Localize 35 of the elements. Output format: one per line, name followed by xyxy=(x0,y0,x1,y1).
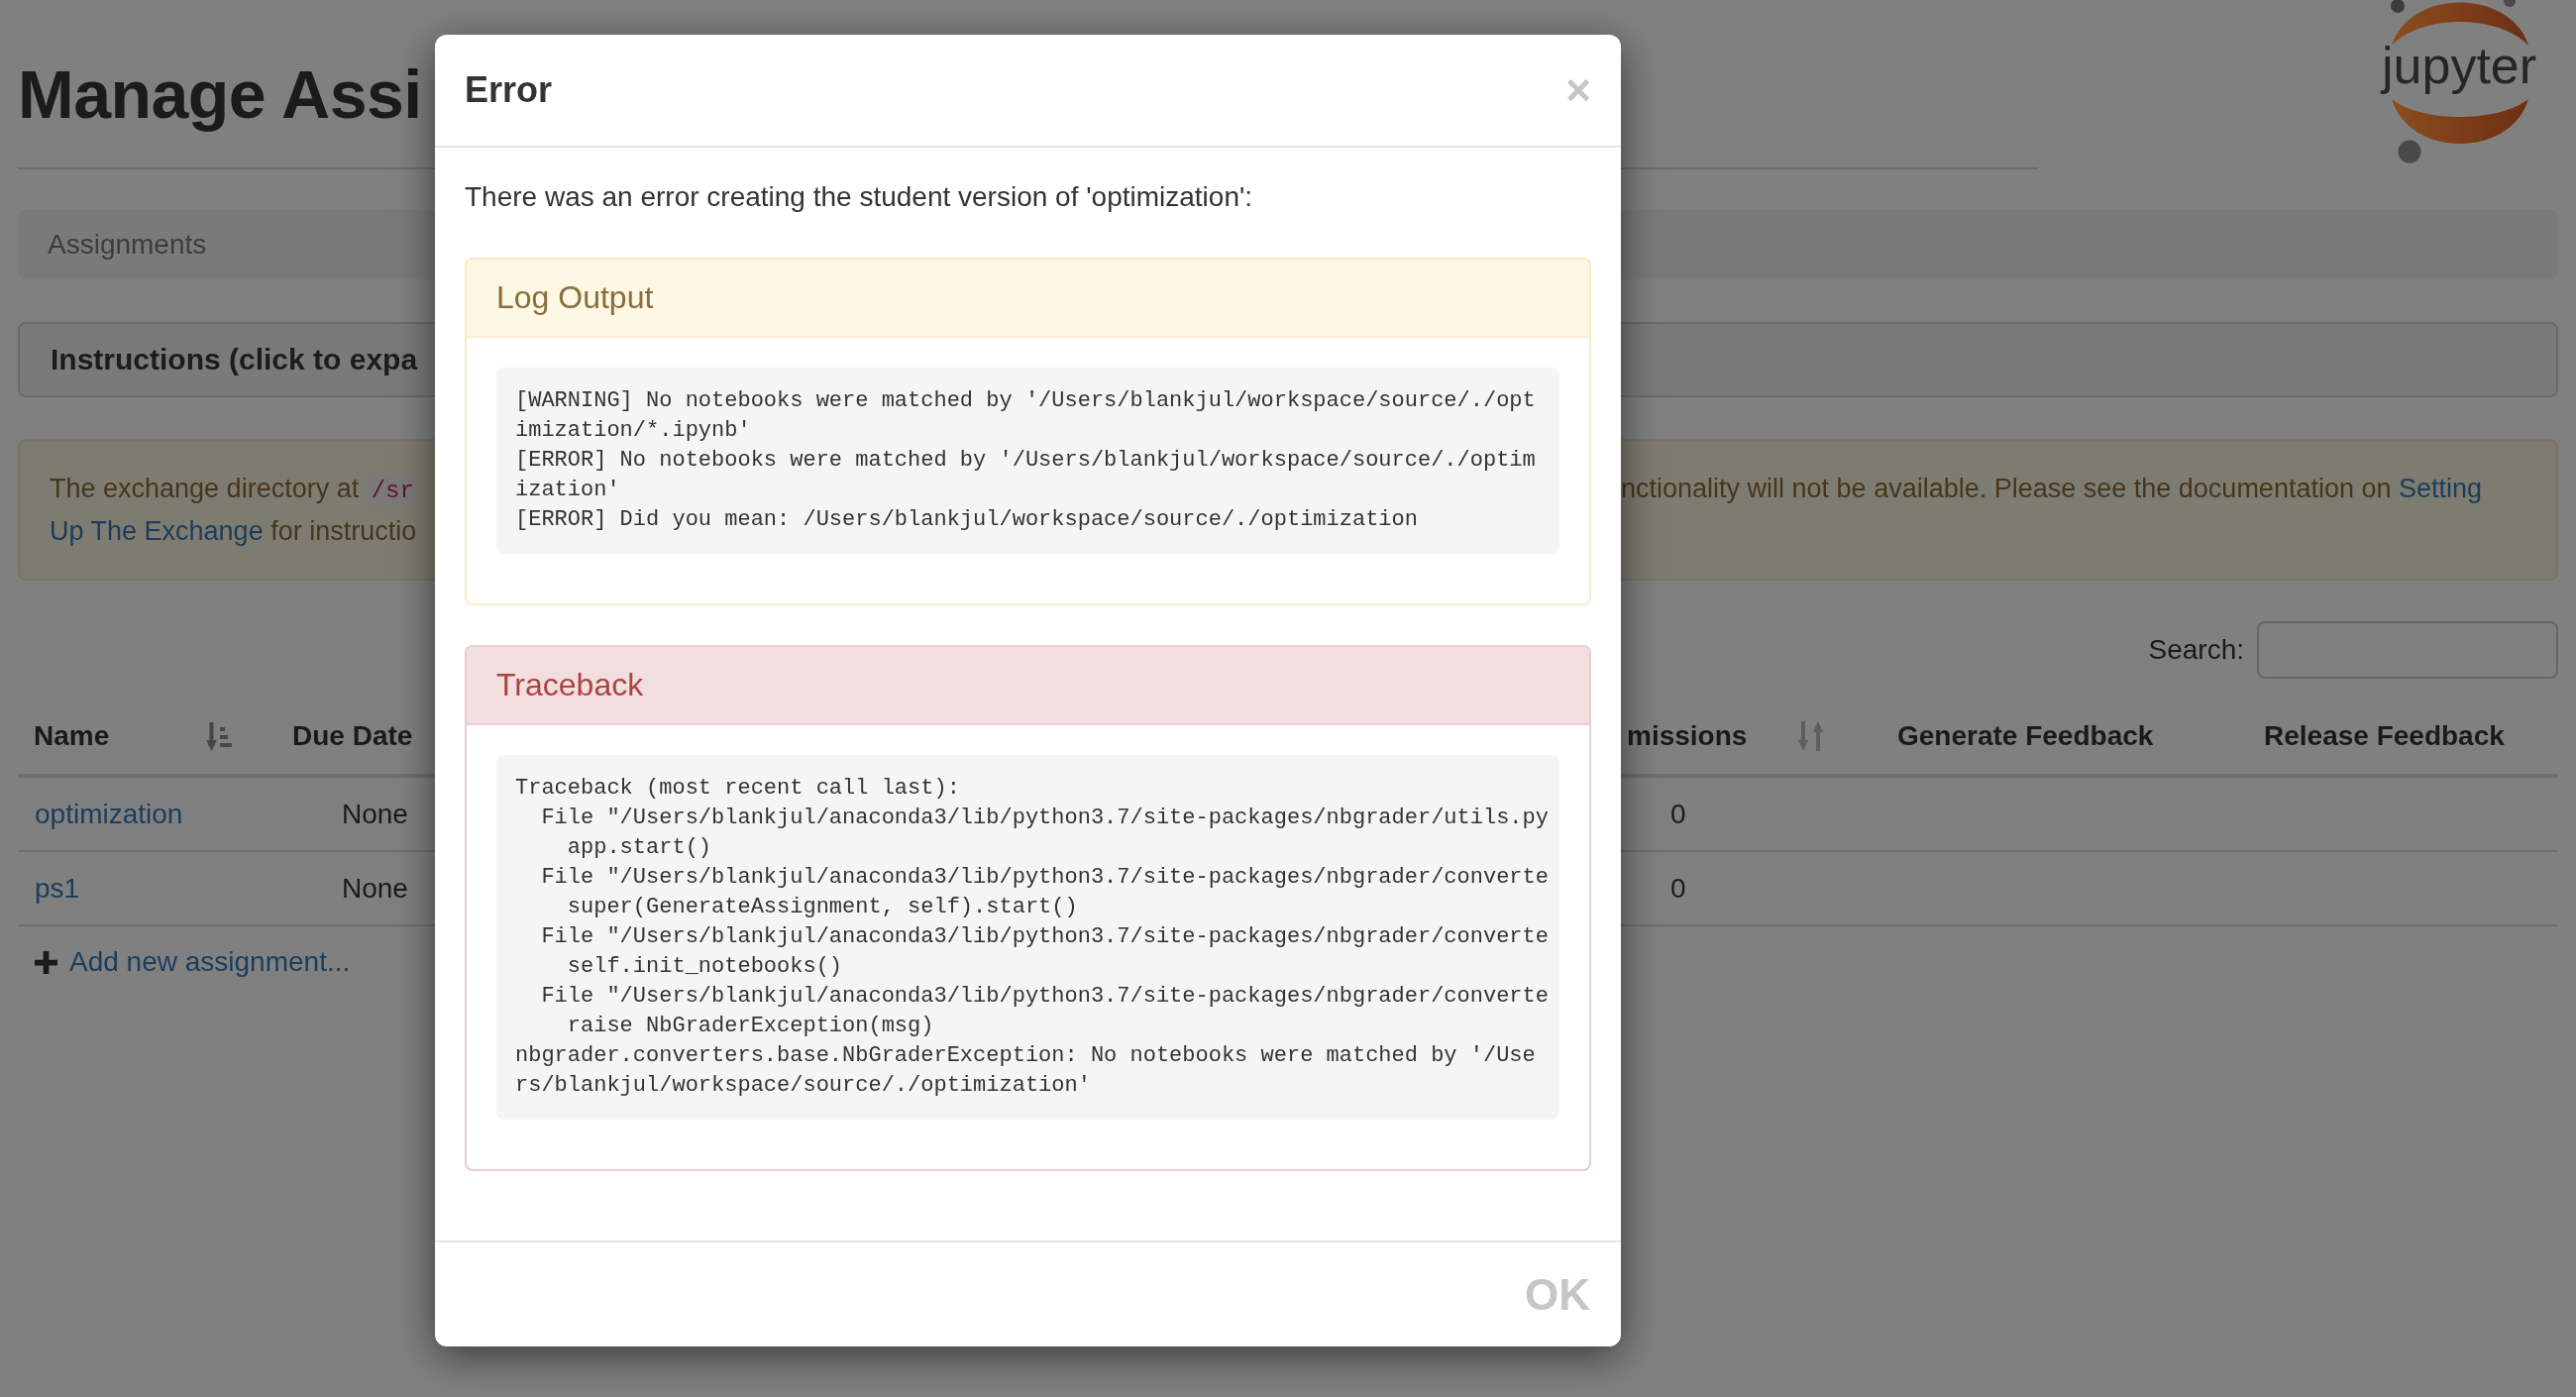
table-cell-text: 0 xyxy=(1670,871,1686,906)
sort-ascending-icon[interactable] xyxy=(206,721,232,751)
search-label: Search: xyxy=(2148,633,2244,667)
panel-heading: Traceback xyxy=(467,647,1589,725)
column-header[interactable]: Generate Feedback xyxy=(1897,718,2154,754)
table-cell-text: 0 xyxy=(1670,797,1686,831)
documentation-link[interactable]: Setting xyxy=(2399,474,2483,503)
dialog-title: Error xyxy=(465,68,553,112)
search-field[interactable] xyxy=(2257,621,2558,679)
jupyter-logo: jupyter xyxy=(2380,0,2543,164)
assignment-link[interactable]: optimization xyxy=(35,796,183,832)
alert-text: The exchange directory at /sr xyxy=(50,473,414,508)
column-header[interactable]: Release Feedback xyxy=(2264,718,2505,754)
table-cell-text: None xyxy=(342,871,408,906)
alert-text: Up The Exchange for instructio xyxy=(50,515,417,548)
column-header[interactable]: missions xyxy=(1627,718,1748,754)
add-assignment-link[interactable]: Add new assignment... xyxy=(35,942,351,982)
table-cell-text: None xyxy=(342,797,408,831)
page-title: Manage Assi xyxy=(18,55,422,134)
instructions-heading[interactable]: Instructions (click to expa xyxy=(51,342,418,377)
directory-path: /sr xyxy=(366,476,414,506)
breadcrumb-item: Assignments xyxy=(48,228,207,262)
error-message: There was an error creating the student version of 'optimization': xyxy=(465,180,1254,214)
alert-text: nctionality will not be available. Please see the documentation on Setting xyxy=(1621,473,2483,505)
sort-icon[interactable] xyxy=(1798,721,1823,751)
log-output: [WARNING] No notebooks were matched by '/Users/blankjul/workspace/source/./opt imization/*.ipynb' [ERROR] No notebooks were matched by '/Users/blankjul/workspace/source/./optim ization' [ERROR] Did you mean: /Users/blankjul/workspace/source/./optimization xyxy=(496,368,1559,554)
plus-icon xyxy=(35,950,57,974)
column-header[interactable]: Due Date xyxy=(292,718,413,754)
documentation-link[interactable]: Up The Exchange xyxy=(50,516,264,546)
traceback-output: Traceback (most recent call last): File "/Users/blankjul/anaconda3/lib/python3.7/site-packages/nbgrader/utils.py app.start() File "/Users/blankjul/anaconda3/lib/python3.7/site-packages/nbgrader/converte super(GenerateAssignment, self).start() File "/Users/blankjul/anaconda3/lib/python3.7/site-packages/nbgrader/converte self.init_notebooks() File "/Users/blankjul/anaconda3/lib/python3.7/site-packages/nbgrader/converte raise NbGraderException(msg) nbgrader.converters.base.NbGraderException: No notebooks were matched by '/Use rs/blankjul/workspace/source/./optimization' xyxy=(496,755,1559,1120)
close-button[interactable]: × xyxy=(1565,68,1591,112)
column-header[interactable]: Name xyxy=(34,718,110,754)
assignment-link[interactable]: ps1 xyxy=(35,870,80,907)
ok-button[interactable]: OK xyxy=(1524,1272,1591,1317)
panel-heading: Log Output xyxy=(467,260,1589,338)
